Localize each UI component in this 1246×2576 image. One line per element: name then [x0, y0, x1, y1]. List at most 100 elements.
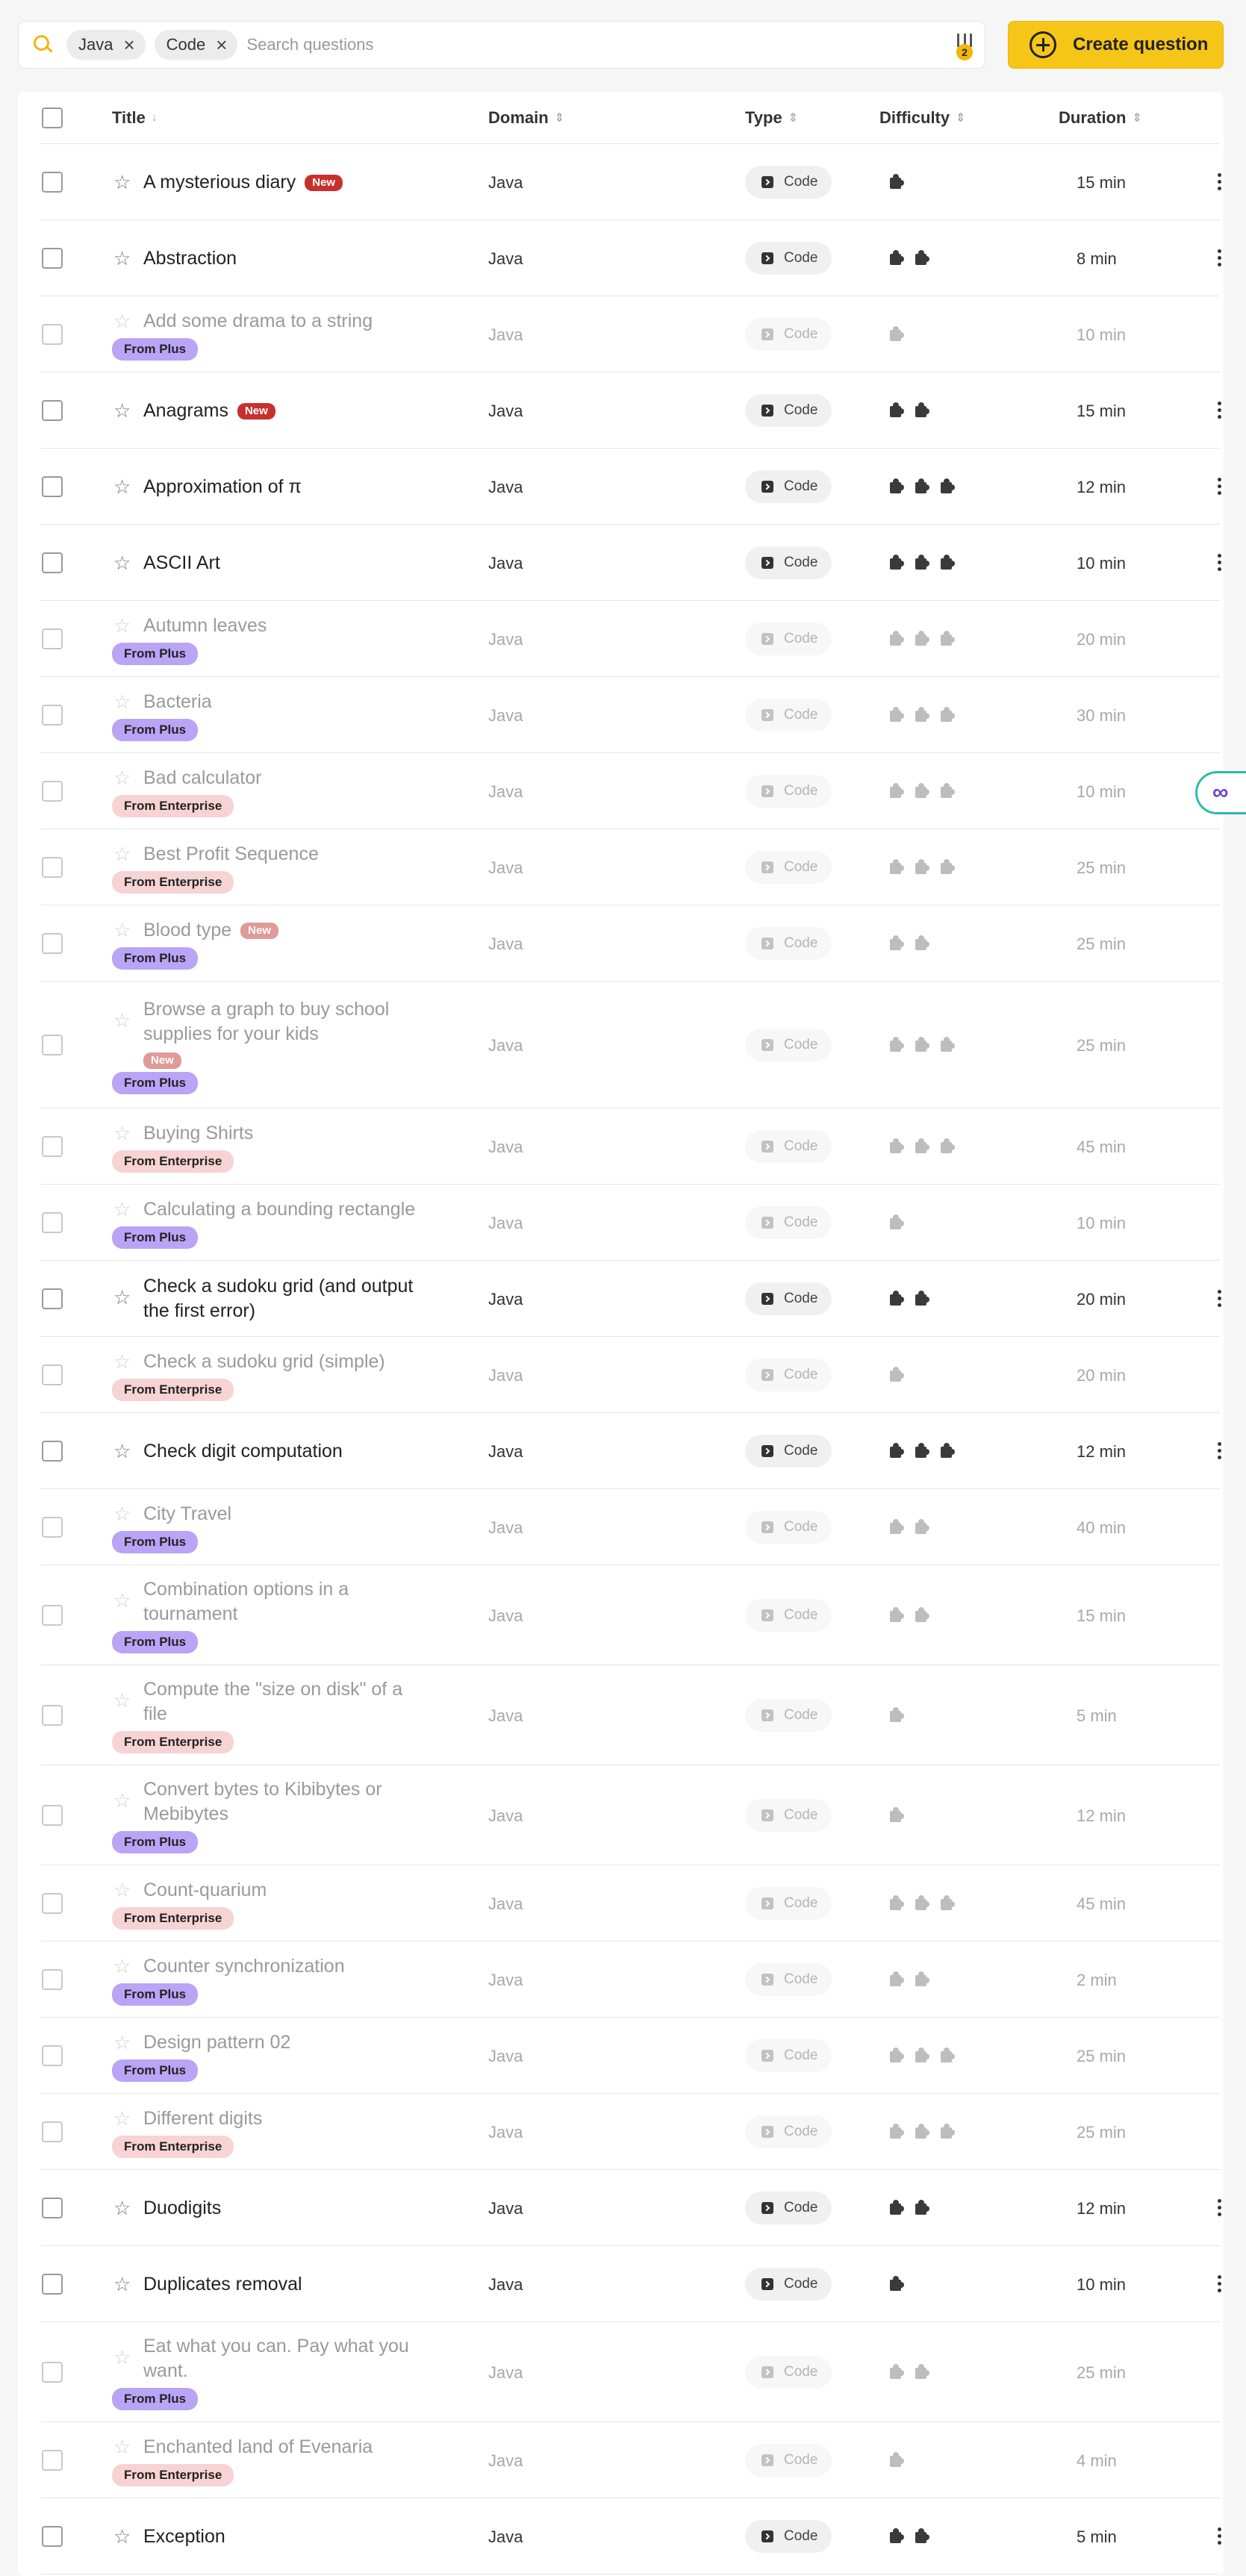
column-difficulty[interactable]: Difficulty ⇕ — [879, 108, 966, 128]
table-row[interactable]: ☆ Different digits From Enterprise Java Code… — [40, 2094, 1220, 2170]
table-row[interactable]: ☆ Calculating a bounding rectangle From Pl… — [40, 1185, 1220, 1261]
question-title[interactable]: Combination options in a tournament — [143, 1577, 349, 1627]
row-checkbox[interactable] — [42, 1365, 63, 1385]
more-options-icon[interactable] — [1218, 2199, 1222, 2219]
row-checkbox[interactable] — [42, 2274, 63, 2295]
row-checkbox[interactable] — [42, 2045, 63, 2066]
question-title[interactable]: Design pattern 02 — [143, 2030, 290, 2055]
table-row[interactable]: ☆ Check a sudoku grid (and output the firs… — [40, 1261, 1221, 1337]
star-icon[interactable]: ☆ — [113, 768, 131, 788]
row-checkbox[interactable] — [42, 1969, 63, 1990]
star-icon[interactable]: ☆ — [113, 553, 131, 573]
row-checkbox[interactable] — [42, 2526, 63, 2547]
star-icon[interactable]: ☆ — [113, 1123, 131, 1143]
table-row[interactable]: ☆ Approximation of π Java Code 12 min — [40, 449, 1222, 525]
table-row[interactable]: ☆ ASCII Art Java Code 10 min — [40, 525, 1221, 601]
row-checkbox[interactable] — [42, 1288, 63, 1309]
star-icon[interactable]: ☆ — [113, 1956, 131, 1976]
row-checkbox[interactable] — [42, 857, 63, 878]
star-icon[interactable]: ☆ — [113, 2527, 131, 2546]
more-options-icon[interactable] — [1218, 478, 1222, 498]
question-title[interactable]: Buying Shirts — [143, 1121, 253, 1146]
row-checkbox[interactable] — [42, 1517, 63, 1538]
table-row[interactable]: ☆ Buying Shirts From Enterprise Java Code 45 … — [40, 1108, 1220, 1185]
star-icon[interactable]: ☆ — [113, 1591, 131, 1610]
star-icon[interactable]: ☆ — [113, 2033, 131, 2052]
row-checkbox[interactable] — [42, 2121, 63, 2142]
table-row[interactable]: ☆ A mysterious diary New Java Code 15 min — [40, 144, 1222, 220]
star-icon[interactable]: ☆ — [113, 1691, 131, 1710]
table-row[interactable]: ☆ Counter synchronization From Plus Java Cod… — [40, 1942, 1220, 2018]
close-icon[interactable]: × — [216, 35, 227, 54]
table-row[interactable]: ☆ Convert bytes to Kibibytes or Mebibytes F… — [40, 1765, 1220, 1865]
row-checkbox[interactable] — [42, 1805, 63, 1826]
question-title[interactable]: Bacteria — [143, 690, 212, 714]
select-all-checkbox[interactable] — [42, 107, 63, 128]
table-row[interactable]: ☆ City Travel From Plus Java Code 40 min — [40, 1489, 1220, 1565]
row-checkbox[interactable] — [42, 781, 63, 802]
question-title[interactable]: Blood type New — [143, 918, 278, 943]
row-checkbox[interactable] — [42, 629, 63, 649]
question-title[interactable]: ASCII Art — [143, 551, 220, 576]
star-icon[interactable]: ☆ — [113, 1441, 131, 1461]
more-options-icon[interactable] — [1218, 1442, 1222, 1462]
star-icon[interactable]: ☆ — [113, 401, 131, 420]
row-checkbox[interactable] — [42, 1035, 63, 1055]
star-icon[interactable]: ☆ — [113, 2348, 131, 2367]
question-title[interactable]: City Travel — [143, 1502, 231, 1526]
table-row[interactable]: ☆ Duplicates removal Java Code 10 min — [40, 2246, 1221, 2322]
row-checkbox[interactable] — [42, 1212, 63, 1233]
table-row[interactable]: ☆ Combination options in a tournament From … — [40, 1565, 1220, 1665]
star-icon[interactable]: ☆ — [113, 2274, 131, 2294]
table-row[interactable]: ☆ Check a sudoku grid (simple) From Enterp… — [40, 1337, 1220, 1413]
table-row[interactable]: ☆ Bacteria From Plus Java Code 30 min — [40, 677, 1220, 753]
question-title[interactable]: Check a sudoku grid (and output the first… — [143, 1274, 413, 1323]
row-checkbox[interactable] — [42, 1605, 63, 1626]
row-checkbox[interactable] — [42, 705, 63, 726]
question-title[interactable]: Calculating a bounding rectangle — [143, 1197, 415, 1222]
question-title[interactable]: Anagrams New — [143, 399, 275, 423]
side-widget-tab[interactable]: ∞ — [1195, 771, 1246, 814]
search-bar[interactable]: Java × Code × 2 — [18, 21, 985, 69]
question-title[interactable]: Count-quarium — [143, 1878, 267, 1903]
create-question-button[interactable]: Create question — [1008, 21, 1224, 69]
row-checkbox[interactable] — [42, 248, 63, 269]
star-icon[interactable]: ☆ — [113, 172, 131, 192]
row-checkbox[interactable] — [42, 400, 63, 421]
star-icon[interactable]: ☆ — [113, 1352, 131, 1371]
star-icon[interactable]: ☆ — [113, 2437, 131, 2457]
star-icon[interactable]: ☆ — [113, 844, 131, 864]
table-row[interactable]: ☆ Duodigits Java Code 12 min — [40, 2170, 1222, 2246]
column-duration[interactable]: Duration ⇕ — [1059, 108, 1142, 128]
question-title[interactable]: Abstraction — [143, 246, 237, 271]
table-row[interactable]: ☆ Autumn leaves From Plus Java Code 20 min — [40, 601, 1220, 677]
question-title[interactable]: Add some drama to a string — [143, 309, 373, 334]
row-checkbox[interactable] — [42, 476, 63, 497]
question-title[interactable]: Convert bytes to Kibibytes or Mebibytes — [143, 1777, 382, 1827]
table-row[interactable]: ☆ Check digit computation Java Code 12 min — [40, 1413, 1222, 1489]
table-row[interactable]: ☆ Browse a graph to buy school supplies fo… — [40, 982, 1220, 1108]
more-options-icon[interactable] — [1218, 173, 1222, 193]
star-icon[interactable]: ☆ — [113, 1880, 131, 1900]
row-checkbox[interactable] — [42, 2450, 63, 2471]
star-icon[interactable]: ☆ — [113, 2109, 131, 2128]
question-title[interactable]: Different digits — [143, 2106, 262, 2131]
star-icon[interactable]: ☆ — [113, 311, 131, 331]
row-checkbox[interactable] — [42, 2362, 63, 2383]
star-icon[interactable]: ☆ — [113, 1504, 131, 1524]
row-checkbox[interactable] — [42, 324, 63, 345]
question-title[interactable]: Check digit computation — [143, 1439, 343, 1464]
question-title[interactable]: Enchanted land of Evenaria — [143, 2435, 373, 2460]
star-icon[interactable]: ☆ — [113, 1200, 131, 1219]
filter-icon[interactable]: 2 — [955, 34, 974, 60]
star-icon[interactable]: ☆ — [113, 920, 131, 940]
row-checkbox[interactable] — [42, 552, 63, 573]
star-icon[interactable]: ☆ — [113, 477, 131, 496]
star-icon[interactable]: ☆ — [113, 1288, 131, 1307]
more-options-icon[interactable] — [1218, 402, 1222, 422]
more-options-icon[interactable] — [1218, 2527, 1222, 2548]
table-row[interactable]: ☆ Exception Java Code 5 min — [40, 2498, 1222, 2575]
star-icon[interactable]: ☆ — [113, 2198, 131, 2218]
question-title[interactable]: Autumn leaves — [143, 614, 267, 638]
filter-chip-code[interactable]: Code × — [154, 30, 238, 60]
